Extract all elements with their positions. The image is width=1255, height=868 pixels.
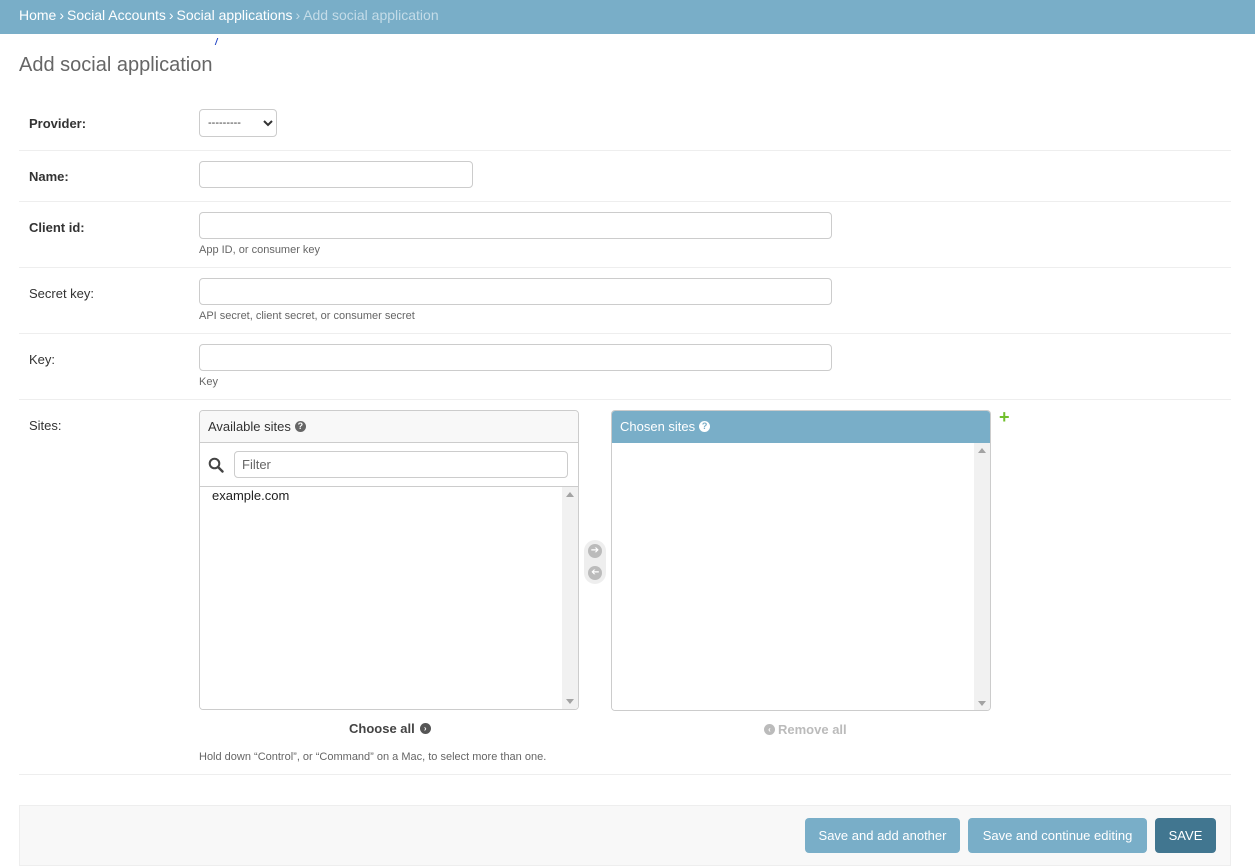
- choose-all-label: Choose all: [349, 721, 415, 736]
- divider: [19, 201, 1231, 202]
- scroll-up-icon[interactable]: [566, 492, 574, 497]
- breadcrumb-social-applications[interactable]: Social applications: [177, 7, 293, 23]
- available-sites-header: Available sites?: [200, 411, 578, 443]
- chosen-sites-header: Chosen sites?: [612, 411, 990, 443]
- scroll-up-icon[interactable]: [978, 448, 986, 453]
- divider: [19, 150, 1231, 151]
- filter-input[interactable]: [234, 451, 568, 478]
- breadcrumb-social-accounts[interactable]: Social Accounts: [67, 7, 166, 23]
- client-id-help: App ID, or consumer key: [199, 244, 321, 256]
- arrow-right-icon: ›: [419, 723, 431, 735]
- chosen-sites-title: Chosen sites: [620, 419, 696, 434]
- search-icon: [208, 457, 224, 473]
- add-site-icon[interactable]: +: [999, 408, 1010, 426]
- breadcrumb: Home › Social Accounts › Social applications…: [0, 0, 1255, 34]
- sites-label: Sites:: [29, 418, 62, 433]
- client-id-label: Client id:: [29, 220, 85, 235]
- chosen-sites-box: Chosen sites?: [611, 410, 991, 711]
- move-right-icon[interactable]: ➔: [588, 544, 602, 558]
- scroll-down-icon[interactable]: [978, 701, 986, 706]
- list-item[interactable]: example.com: [200, 487, 578, 504]
- key-field[interactable]: [199, 344, 832, 371]
- chosen-sites-list[interactable]: [612, 443, 990, 710]
- divider: [19, 774, 1231, 775]
- filter-row: [200, 443, 578, 487]
- arrow-left-icon: ‹: [764, 724, 775, 736]
- breadcrumb-current: Add social application: [303, 7, 439, 23]
- breadcrumb-separator: ›: [295, 7, 301, 23]
- page-title: Add social application: [19, 54, 213, 76]
- help-icon[interactable]: ?: [699, 421, 711, 433]
- help-icon[interactable]: ?: [294, 421, 306, 433]
- save-and-add-another-button[interactable]: Save and add another: [805, 818, 960, 853]
- scrollbar[interactable]: [974, 443, 990, 710]
- available-sites-box: Available sites? example.com: [199, 410, 579, 710]
- client-id-field[interactable]: [199, 212, 832, 239]
- available-sites-title: Available sites: [208, 419, 291, 434]
- divider: [19, 399, 1231, 400]
- cursor-mark: [214, 38, 219, 45]
- available-sites-list[interactable]: example.com: [200, 487, 578, 709]
- provider-select[interactable]: ---------: [199, 109, 277, 137]
- scrollbar[interactable]: [562, 487, 578, 709]
- key-label: Key:: [29, 352, 56, 367]
- divider: [19, 333, 1231, 334]
- remove-all-label: Remove all: [778, 722, 847, 737]
- name-label: Name:: [29, 169, 69, 184]
- provider-label: Provider:: [29, 116, 87, 131]
- breadcrumb-separator: ›: [59, 7, 65, 23]
- breadcrumb-separator: ›: [168, 7, 174, 23]
- choose-all-link[interactable]: Choose all ›: [349, 721, 431, 736]
- breadcrumb-home[interactable]: Home: [19, 7, 56, 23]
- divider: [19, 267, 1231, 268]
- sites-help: Hold down “Control”, or “Command” on a M…: [199, 751, 547, 763]
- save-button[interactable]: SAVE: [1155, 818, 1216, 853]
- save-and-continue-button[interactable]: Save and continue editing: [968, 818, 1147, 853]
- secret-key-help: API secret, client secret, or consumer s…: [199, 310, 415, 322]
- secret-key-field[interactable]: [199, 278, 832, 305]
- scroll-down-icon[interactable]: [566, 699, 574, 704]
- remove-all-link[interactable]: ‹ Remove all: [764, 722, 847, 737]
- move-left-icon[interactable]: ➔: [588, 566, 602, 580]
- selector-mover: ➔ ➔: [584, 540, 606, 584]
- secret-key-label: Secret key:: [29, 286, 95, 301]
- key-help: Key: [199, 376, 218, 388]
- name-field[interactable]: [199, 161, 473, 188]
